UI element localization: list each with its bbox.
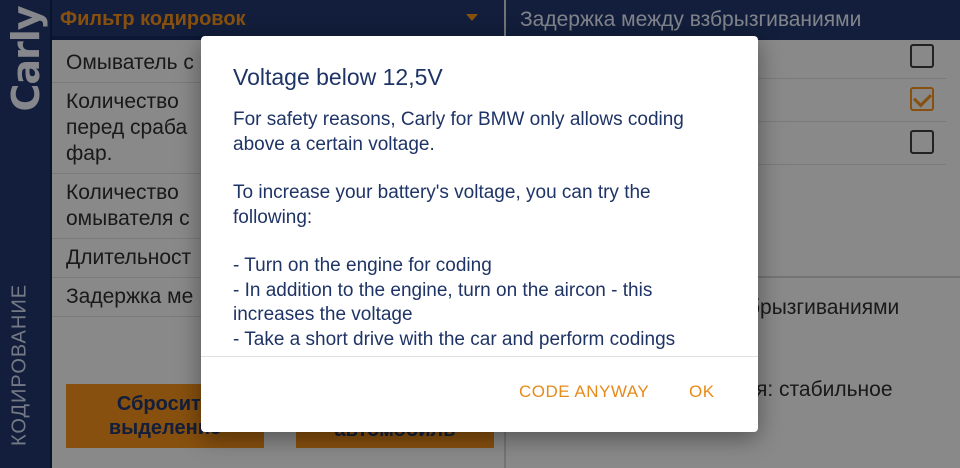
dialog-message[interactable]: For safety reasons, Carly for BMW only a… (233, 108, 733, 356)
ok-button[interactable]: OK (689, 382, 715, 402)
code-anyway-button[interactable]: CODE ANYWAY (519, 382, 649, 402)
dialog-tip: - Take a short drive with the car and pe… (233, 328, 676, 350)
dialog-title: Voltage below 12,5V (233, 64, 443, 90)
dialog-divider (201, 356, 758, 357)
dialog-paragraph: To increase your battery's voltage, you … (233, 182, 651, 228)
voltage-warning-dialog: Voltage below 12,5V For safety reasons, … (201, 36, 758, 432)
dialog-tip: - Turn on the engine for coding (233, 255, 492, 276)
dialog-paragraph: For safety reasons, Carly for BMW only a… (233, 109, 684, 155)
dialog-tip: - In addition to the engine, turn on the… (233, 279, 653, 326)
